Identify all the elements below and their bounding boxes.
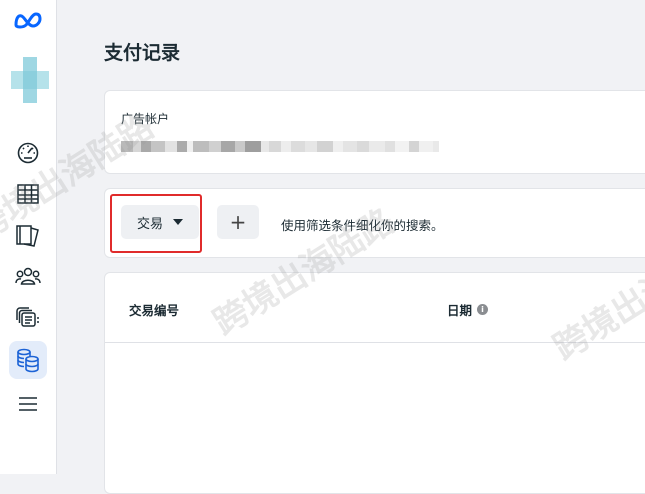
pages-stack-icon[interactable] [0,222,56,250]
column-header-date[interactable]: 日期 i [447,300,489,319]
dashboard-gauge-icon[interactable] [0,138,56,166]
transactions-table: 交易编号 日期 i [104,272,645,494]
media-library-icon[interactable] [0,304,56,332]
page-title: 支付记录 [104,42,181,64]
filter-hint-text: 使用筛选条件细化你的搜索。 [281,218,444,233]
highlight-annotation-box [110,194,202,253]
account-value-redacted [121,141,439,152]
ad-account-label: 广告帐户 [121,112,170,126]
meta-logo-icon[interactable] [0,8,56,32]
column-header-transaction-id[interactable]: 交易编号 [129,300,179,319]
column-header-date-label: 日期 [447,303,473,318]
add-filter-button[interactable]: + [217,205,259,239]
left-sidebar [0,0,57,474]
table-grid-icon[interactable] [0,180,56,208]
account-avatar[interactable] [11,57,49,103]
header-divider [105,342,645,343]
account-card: 广告帐户 [104,90,645,174]
info-icon[interactable]: i [477,304,489,315]
billing-database-icon[interactable] [0,346,56,374]
hamburger-menu-icon[interactable] [0,390,56,418]
audience-people-icon[interactable] [0,262,56,290]
